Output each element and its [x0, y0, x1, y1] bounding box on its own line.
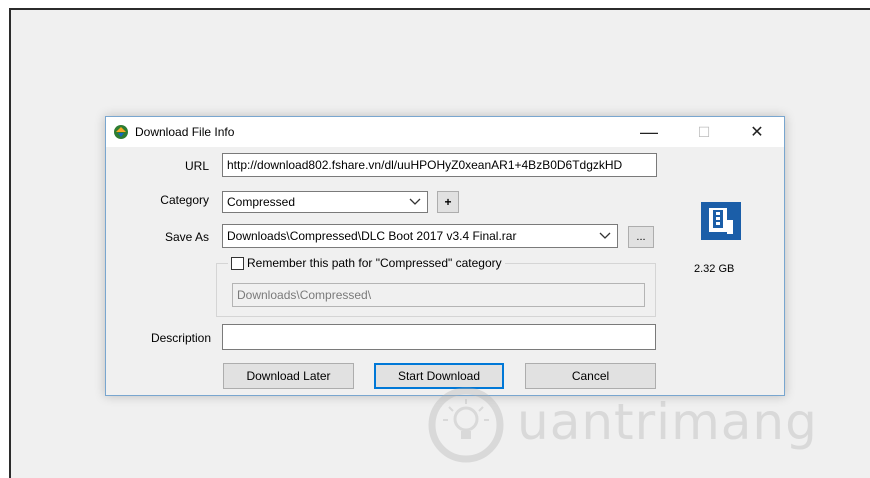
category-select[interactable]: Compressed — [222, 191, 428, 213]
close-icon: ✕ — [750, 124, 764, 141]
maximize-icon: ☐ — [697, 123, 711, 140]
save-as-select[interactable]: Downloads\Compressed\DLC Boot 2017 v3.4 … — [222, 224, 618, 248]
maximize-button: ☐ — [681, 119, 727, 145]
watermark: uantrimang — [425, 385, 845, 465]
download-later-button[interactable]: Download Later — [223, 363, 354, 389]
idm-app-icon — [114, 125, 128, 139]
remember-path-field: Downloads\Compressed\ — [232, 283, 645, 307]
remember-path-label: Remember this path for "Compressed" cate… — [247, 256, 502, 270]
cancel-label: Cancel — [571, 369, 610, 383]
file-size: 2.32 GB — [694, 263, 735, 275]
remember-path-option[interactable]: Remember this path for "Compressed" cate… — [228, 256, 505, 270]
lightbulb-icon — [428, 387, 504, 463]
dropdown-arrow-icon — [409, 198, 421, 205]
download-file-info-dialog: Download File Info — ☐ ✕ URL http://down… — [105, 116, 785, 396]
start-download-label: Start Download — [397, 369, 481, 383]
remember-path-value: Downloads\Compressed\ — [237, 288, 372, 302]
minimize-button[interactable]: — — [626, 119, 672, 145]
description-label: Description — [150, 331, 211, 345]
add-category-button-label: + — [444, 195, 452, 209]
url-label: URL — [184, 159, 209, 173]
save-as-select-value: Downloads\Compressed\DLC Boot 2017 v3.4 … — [227, 229, 517, 243]
dialog-title: Download File Info — [135, 125, 235, 139]
add-category-button[interactable]: + — [437, 191, 459, 213]
download-later-label: Download Later — [246, 369, 331, 383]
remember-path-checkbox[interactable] — [231, 256, 244, 270]
url-field-value: http://download802.fshare.vn/dl/uuHPOHyZ… — [227, 158, 623, 172]
description-field[interactable] — [222, 324, 656, 350]
browse-button-label: ... — [636, 231, 646, 243]
title-bar[interactable]: Download File Info — ☐ ✕ — [106, 117, 784, 147]
minimize-icon: — — [640, 121, 658, 142]
close-button[interactable]: ✕ — [734, 119, 780, 145]
watermark-text: uantrimang — [517, 393, 818, 451]
save-as-label: Save As — [164, 230, 209, 244]
dropdown-arrow-icon — [599, 232, 611, 239]
url-field[interactable]: http://download802.fshare.vn/dl/uuHPOHyZ… — [222, 153, 657, 177]
category-label: Category — [160, 193, 209, 207]
archive-file-icon — [701, 202, 741, 240]
browse-button[interactable]: ... — [628, 226, 654, 248]
category-select-value: Compressed — [227, 195, 296, 209]
